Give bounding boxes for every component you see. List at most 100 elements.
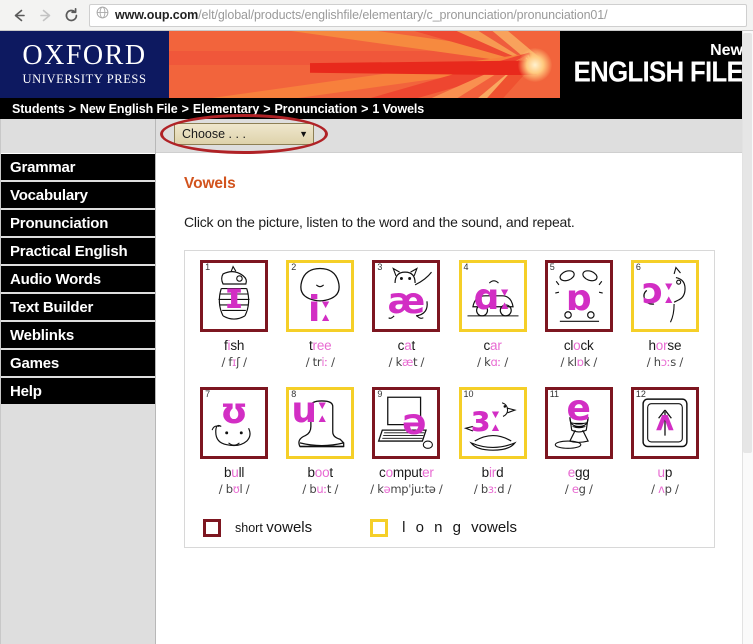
breadcrumb-item-students[interactable]: Students — [12, 102, 65, 116]
vowel-picture-up[interactable]: 12 ʌ — [630, 387, 699, 459]
vowel-phonetic-clock: / klɒk / — [539, 355, 618, 369]
content-area: Choose . . . ▼ Vowels Click on the pictu… — [156, 114, 753, 644]
word-vowel-part: e — [567, 465, 576, 480]
word-vowel-part: u — [657, 465, 666, 480]
phonetic-part: / tr — [305, 355, 322, 369]
vowel-phonetic-car: / kɑː / — [453, 355, 532, 369]
phonetic-part: g / — [578, 482, 593, 496]
vowel-picture-horse[interactable]: 6 ɔː — [630, 260, 699, 332]
phonetic-part: / k — [370, 482, 384, 496]
vowel-cell-computer: 9 ə computer / kəmpˈjuːtə / — [367, 387, 446, 496]
vowel-symbol: æ — [387, 281, 426, 322]
vowel-picture-fish[interactable]: 1 ɪ — [200, 260, 269, 332]
chevron-down-icon: ▼ — [299, 129, 308, 139]
sidebar-item-weblinks[interactable]: Weblinks — [1, 322, 155, 350]
scrollbar-thumb[interactable] — [743, 33, 752, 453]
word-part: d — [496, 465, 504, 480]
phonetic-part: / — [564, 482, 572, 496]
vowel-symbol: ʌ — [655, 404, 674, 437]
legend-short-vowels: vowels — [266, 519, 313, 536]
vowel-word-egg: egg — [539, 465, 618, 480]
phonetic-part: / kl — [560, 355, 577, 369]
vowel-word-clock: clock — [539, 338, 618, 353]
banner-glow — [518, 47, 553, 82]
nef-title-label: ENGLISH FILE — [573, 54, 743, 89]
phonetic-part: p / — [664, 482, 679, 496]
page-body: Grammar Vocabulary Pronunciation Practic… — [0, 114, 753, 644]
breadcrumb: Students > New English File > Elementary… — [0, 98, 753, 119]
sidebar-item-vocabulary[interactable]: Vocabulary — [1, 182, 155, 210]
vowel-picture-bird[interactable]: 10 ɜː — [458, 387, 527, 459]
vowel-picture-egg[interactable]: 11 e — [544, 387, 613, 459]
legend-label-long: l o n g vowels — [402, 519, 517, 537]
vowel-cell-car: 4 ɑː car / kɑː / — [453, 260, 532, 369]
word-part: ll — [238, 465, 245, 480]
sidebar-item-label: Help — [10, 382, 42, 400]
sidebar-item-label: Audio Words — [10, 270, 101, 288]
vowel-word-computer: computer — [367, 465, 446, 480]
phonetic-part: / b — [473, 482, 488, 496]
vowel-picture-car[interactable]: 4 ɑː — [458, 260, 527, 332]
sidebar-item-help[interactable]: Help — [1, 378, 155, 406]
word-part: t — [329, 465, 333, 480]
word-part: cl — [563, 338, 574, 353]
sidebar-item-text-builder[interactable]: Text Builder — [1, 294, 155, 322]
address-bar[interactable]: www.oup.com/elt/global/products/englishf… — [89, 3, 747, 27]
vowel-phonetic-egg: / eg / — [539, 482, 618, 496]
forward-arrow-icon[interactable] — [32, 2, 58, 28]
sidebar-item-label: Pronunciation — [10, 214, 109, 232]
legend-swatch-short-icon — [203, 519, 221, 537]
unit-select[interactable]: Choose . . . ▼ — [174, 123, 314, 145]
vowel-picture-boot[interactable]: 8 uː — [286, 387, 355, 459]
breadcrumb-item-pronunciation[interactable]: Pronunciation — [274, 102, 357, 116]
word-vowel-part: oo — [314, 465, 330, 480]
word-part: h — [648, 338, 656, 353]
legend-swatch-long-icon — [370, 519, 389, 537]
vowel-phonetic-cat: / kæt / — [367, 355, 446, 369]
vowel-symbol: uː — [291, 390, 330, 431]
word-vowel-part: o — [385, 465, 394, 480]
sidebar-item-practical-english[interactable]: Practical English — [1, 238, 155, 266]
phonetic-part: k / — [583, 355, 598, 369]
breadcrumb-item-new-english-file[interactable]: New English File — [80, 102, 178, 116]
word-vowel-part: u — [231, 465, 239, 480]
oxford-university-press-logo[interactable]: OXFORD UNIVERSITY PRESS — [0, 31, 169, 98]
vowel-picture-cat[interactable]: 3 æ — [372, 260, 441, 332]
sidebar: Grammar Vocabulary Pronunciation Practic… — [0, 119, 156, 644]
vowel-phonetic-tree: / triː / — [281, 355, 360, 369]
vowel-symbol: ɜː — [470, 399, 503, 440]
vowel-cell-tree: 2 iː tree / triː / — [281, 260, 360, 369]
word-part: se — [667, 338, 682, 353]
vowel-cell-egg: 11 e egg / eg / — [539, 387, 618, 496]
sidebar-item-label: Games — [10, 354, 60, 372]
sidebar-item-audio-words[interactable]: Audio Words — [1, 266, 155, 294]
reload-icon[interactable] — [58, 2, 84, 28]
vowel-phonetic-bird: / bɜːd / — [453, 482, 532, 496]
vowel-phonetic-computer: / kəmpˈjuːtə / — [367, 482, 446, 496]
sidebar-item-label: Text Builder — [10, 298, 94, 316]
word-vowel-part: ree — [312, 338, 332, 353]
vowel-cell-cat: 3 æ cat / kæt / — [367, 260, 446, 369]
vowel-word-horse: horse — [625, 338, 704, 353]
breadcrumb-item-elementary[interactable]: Elementary — [193, 102, 260, 116]
word-vowel-part: er — [422, 465, 434, 480]
vowel-picture-computer[interactable]: 9 ə — [372, 387, 441, 459]
vowel-phonetic-bull: / bʊl / — [195, 482, 274, 496]
breadcrumb-separator: > — [181, 101, 189, 116]
sidebar-item-games[interactable]: Games — [1, 350, 155, 378]
phonetic-vowel-part: e — [571, 482, 579, 496]
sidebar-item-pronunciation[interactable]: Pronunciation — [1, 210, 155, 238]
vowel-phonetic-boot: / buːt / — [281, 482, 360, 496]
vertical-scrollbar[interactable] — [742, 31, 753, 644]
back-arrow-icon[interactable] — [6, 2, 32, 28]
vowel-grid-row-2: 7 ʊ bull / bʊl / 8 uː boot / buːt / 9 ə … — [185, 387, 714, 496]
vowel-picture-bull[interactable]: 7 ʊ — [200, 387, 269, 459]
breadcrumb-separator: > — [361, 101, 369, 116]
vowel-word-up: up — [625, 465, 704, 480]
sidebar-item-grammar[interactable]: Grammar — [1, 154, 155, 182]
vowel-picture-clock[interactable]: 5 ɒ — [544, 260, 613, 332]
legend-long-word: l o n g — [402, 519, 472, 536]
globe-icon — [96, 6, 109, 24]
vowel-picture-tree[interactable]: 2 iː — [286, 260, 355, 332]
word-vowel-part: a — [404, 338, 412, 353]
